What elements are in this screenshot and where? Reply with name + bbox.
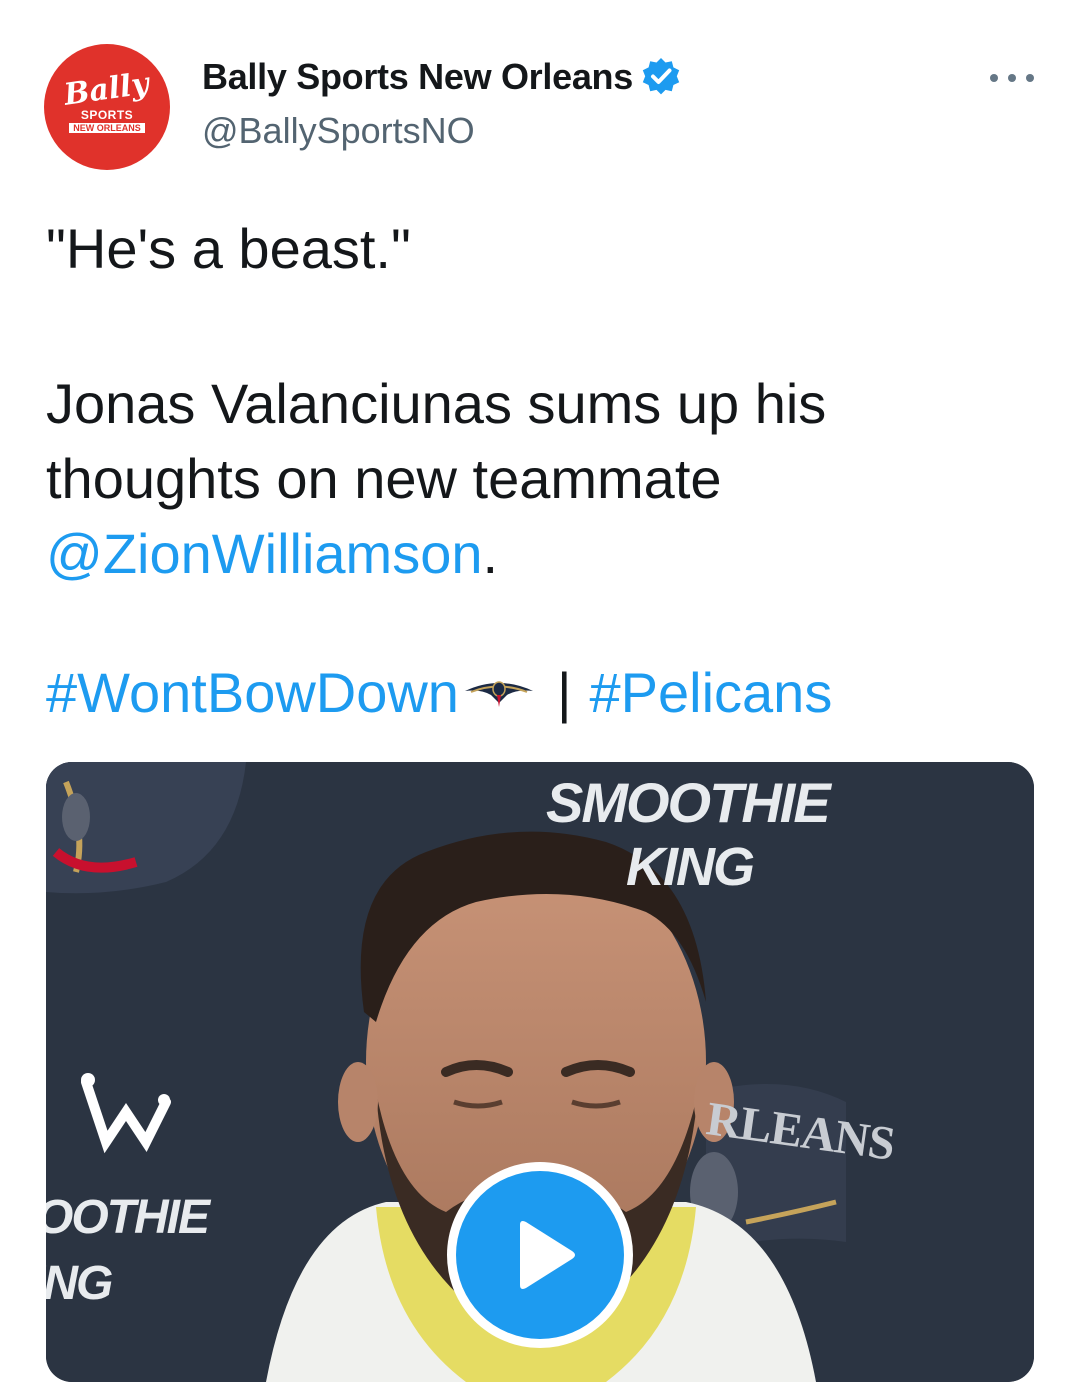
mention-suffix: . [482, 522, 499, 585]
hashtag-link[interactable]: #Pelicans [590, 660, 833, 725]
tweet-body-line: @ZionWilliamson. [46, 516, 1006, 591]
backdrop-sponsor-text: OOTHIE [46, 1191, 210, 1244]
avatar-brand-text: Bally [62, 66, 152, 113]
play-button-circle [456, 1171, 624, 1339]
tweet-body-line: Jonas Valanciunas sums up his [46, 372, 827, 435]
more-options-icon[interactable] [990, 60, 1034, 96]
hashtag-row: #WontBowDown | #Pelicans [46, 660, 832, 725]
avatar-sub-text: SPORTS [80, 108, 134, 122]
pelicans-hashflag-icon [464, 680, 533, 707]
verified-badge-icon [642, 58, 680, 95]
avatar-region-text: NEW ORLEANS [69, 123, 145, 133]
hashtag-separator: | [556, 661, 572, 724]
account-handle[interactable]: @BallySportsNO [202, 110, 475, 152]
account-avatar[interactable]: Bally SPORTS NEW ORLEANS [44, 44, 170, 170]
dot [1026, 74, 1034, 82]
backdrop-sponsor-text: SMOOTHIE [546, 771, 831, 834]
tweet-body-line: thoughts on new teammate [46, 447, 722, 510]
play-icon [520, 1221, 575, 1289]
dot [990, 74, 998, 82]
backdrop-sponsor-text: ING [46, 1257, 113, 1310]
mention-link[interactable]: @ZionWilliamson [46, 522, 483, 585]
dot [1008, 74, 1016, 82]
hashtag-link[interactable]: #WontBowDown [46, 660, 459, 725]
tweet-body: Jonas Valanciunas sums up his thoughts o… [46, 366, 1006, 591]
tweet-quote: "He's a beast." [46, 217, 411, 280]
backdrop-sponsor-text: KING [626, 837, 755, 897]
account-name-row[interactable]: Bally Sports New Orleans [202, 56, 681, 98]
play-button[interactable] [447, 1162, 633, 1348]
video-media[interactable]: SMOOTHIE KING OOTHIE ING RLEANS [46, 762, 1034, 1382]
display-name[interactable]: Bally Sports New Orleans [202, 56, 633, 98]
